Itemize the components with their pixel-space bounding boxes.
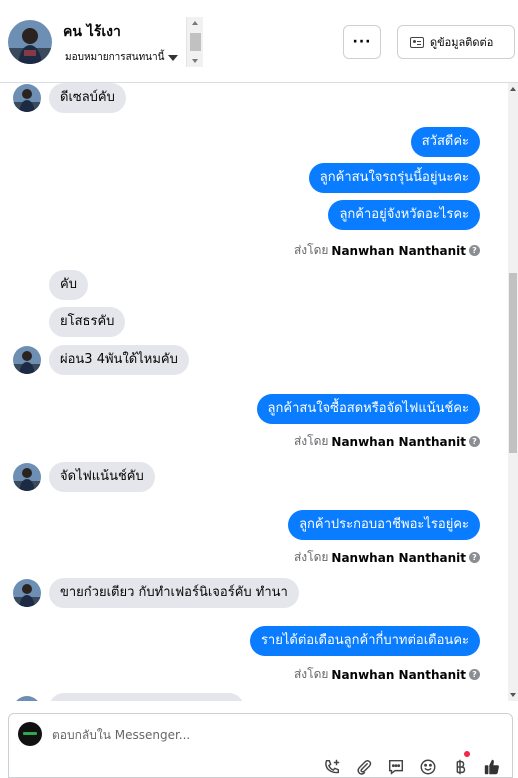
outgoing-message[interactable]: ลูกค้าอยู่จังหวัดอะไรคะ xyxy=(328,200,480,230)
emoji-icon[interactable] xyxy=(417,757,438,777)
notification-dot xyxy=(464,751,470,757)
composer-toolbar xyxy=(321,751,502,777)
incoming-message[interactable]: ยโสธรคับ xyxy=(49,307,126,337)
saved-reply-icon[interactable] xyxy=(385,757,406,777)
contact-card-icon xyxy=(410,36,424,48)
reply-input[interactable] xyxy=(52,726,492,744)
assign-conversation-dropdown[interactable]: มอบหมายการสนทนานี้ xyxy=(65,50,179,65)
customer-avatar[interactable] xyxy=(8,20,52,64)
reply-composer xyxy=(8,713,513,778)
incoming-message[interactable]: ขายก๋วยเตียว กับทำเฟอร์นิเจอร์คับ ทำนา xyxy=(49,578,299,608)
more-options-button[interactable]: ··· xyxy=(343,25,381,59)
sent-by-prefix: ส่งโดย xyxy=(293,667,329,681)
question-circle-icon[interactable]: ? xyxy=(469,552,480,563)
question-circle-icon[interactable]: ? xyxy=(469,669,480,680)
question-circle-icon[interactable]: ? xyxy=(469,436,480,447)
customer-avatar-small[interactable] xyxy=(13,579,41,607)
outgoing-message[interactable]: ลูกค้าประกอบอาชีพอะไรอยู่คะ xyxy=(288,510,480,540)
incoming-message[interactable] xyxy=(49,693,244,701)
incoming-message[interactable]: จัดไฟแน้นช์คับ xyxy=(49,462,155,492)
page-logo xyxy=(18,722,42,746)
assign-label: มอบหมายการสนทนานี้ xyxy=(65,52,165,63)
incoming-message[interactable]: ผ่อน3 4พันใด้ไหมคับ xyxy=(49,345,189,375)
view-contact-button[interactable]: ดูข้อมูลติดต่อ xyxy=(397,25,515,59)
sent-by-prefix: ส่งโดย xyxy=(293,243,329,257)
question-circle-icon[interactable]: ? xyxy=(469,245,480,256)
header-scrollbar[interactable] xyxy=(186,17,203,67)
sent-by-agent-name: Nanwhan Nanthanit xyxy=(331,243,466,258)
message-thread[interactable]: ดีเซลบ์คับสวัสดีค่ะลูกค้าสนใจรถรุ่นนี้อย… xyxy=(0,83,508,701)
sent-by-label: ส่งโดย Nanwhan Nanthanit? xyxy=(294,665,480,684)
outgoing-message[interactable]: รายได้ต่อเดือนลูกค้ากี่บาทต่อเดือนคะ xyxy=(249,626,480,656)
customer-avatar-small[interactable] xyxy=(13,346,41,374)
outgoing-message[interactable]: ลูกค้าสนใจรถรุ่นนี้อยู่นะคะ xyxy=(308,163,480,193)
sent-by-label: ส่งโดย Nanwhan Nanthanit? xyxy=(294,241,480,260)
sent-by-agent-name: Nanwhan Nanthanit xyxy=(331,667,466,682)
scroll-up-arrow-icon[interactable] xyxy=(510,87,516,91)
outgoing-message[interactable]: ลูกค้าสนใจซื้อสดหรือจัดไฟแน้นช์คะ xyxy=(256,394,480,424)
sent-by-label: ส่งโดย Nanwhan Nanthanit? xyxy=(294,432,480,451)
outgoing-message[interactable]: สวัสดีค่ะ xyxy=(410,127,480,157)
attachment-icon[interactable] xyxy=(353,757,374,777)
sent-by-prefix: ส่งโดย xyxy=(293,550,329,564)
customer-name: คน ไร้เงา xyxy=(63,24,121,40)
scroll-down-arrow-icon[interactable] xyxy=(192,59,198,63)
caret-down-icon xyxy=(168,54,179,61)
conversation-header: คน ไร้เงา มอบหมายการสนทนานี้ ··· ดูข้อมู… xyxy=(0,0,518,83)
sent-by-label: ส่งโดย Nanwhan Nanthanit? xyxy=(294,548,480,567)
scroll-up-arrow-icon[interactable] xyxy=(192,21,198,25)
incoming-message[interactable]: ดีเซลบ์คับ xyxy=(49,83,126,113)
sent-by-agent-name: Nanwhan Nanthanit xyxy=(331,550,466,565)
thread-scroll-thumb[interactable] xyxy=(509,273,517,453)
scroll-down-arrow-icon[interactable] xyxy=(510,693,516,697)
baht-icon[interactable] xyxy=(449,751,470,777)
thread-scrollbar[interactable] xyxy=(508,83,518,701)
thumbs-up-icon[interactable] xyxy=(481,757,502,777)
incoming-message[interactable]: คับ xyxy=(49,270,88,300)
more-dots-icon: ··· xyxy=(352,34,372,50)
sent-by-prefix: ส่งโดย xyxy=(293,434,329,448)
sent-by-agent-name: Nanwhan Nanthanit xyxy=(331,434,466,449)
customer-avatar-small[interactable] xyxy=(13,696,41,701)
view-contact-label: ดูข้อมูลติดต่อ xyxy=(430,36,494,49)
customer-avatar-small[interactable] xyxy=(13,463,41,491)
customer-avatar-small[interactable] xyxy=(13,84,41,112)
header-scroll-thumb[interactable] xyxy=(190,33,201,51)
add-contact-icon[interactable] xyxy=(321,757,342,777)
